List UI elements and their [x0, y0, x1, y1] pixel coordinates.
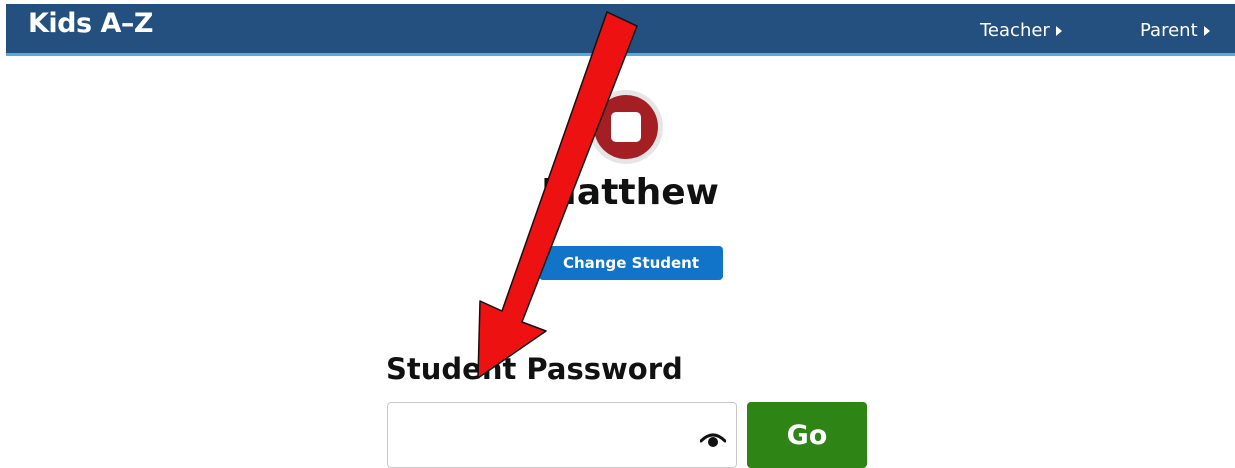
nav-parent-link[interactable]: Parent	[1140, 20, 1210, 41]
arrow-icon	[477, 11, 638, 379]
avatar-circle	[594, 95, 658, 159]
eye-icon[interactable]	[700, 428, 726, 448]
stop-square-icon	[611, 112, 641, 142]
caret-right-icon	[1055, 25, 1062, 36]
student-password-label: Student Password	[386, 352, 683, 386]
caret-right-icon	[1203, 25, 1210, 36]
student-password-input[interactable]	[387, 402, 737, 468]
top-header-bar: Kids A–Z Teacher Parent	[6, 4, 1235, 56]
change-student-button[interactable]: Change Student	[539, 246, 723, 280]
student-avatar	[589, 90, 663, 164]
nav-teacher-link[interactable]: Teacher	[980, 20, 1062, 41]
student-name: Matthew	[541, 172, 719, 213]
site-logo[interactable]: Kids A–Z	[28, 8, 153, 39]
go-button[interactable]: Go	[747, 402, 867, 468]
nav-parent-label: Parent	[1140, 20, 1198, 41]
nav-teacher-label: Teacher	[980, 20, 1050, 41]
